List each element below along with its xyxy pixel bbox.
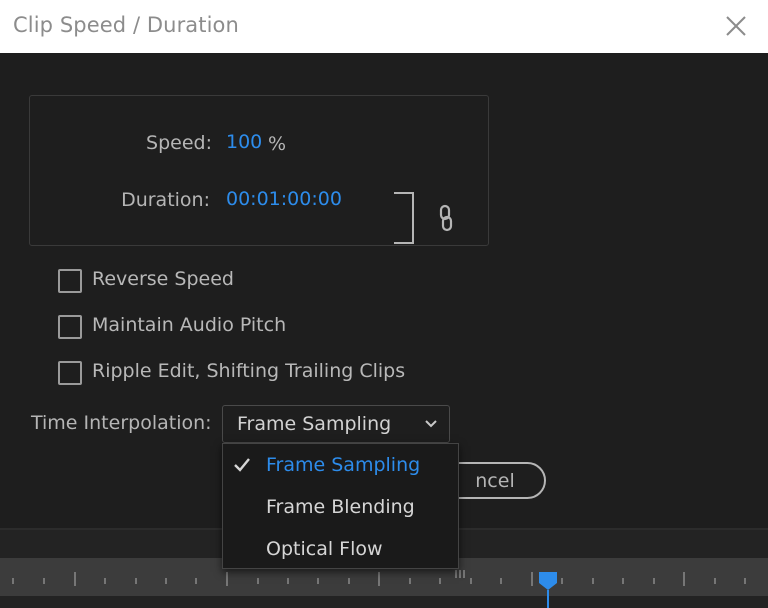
checkbox-box[interactable]	[58, 315, 82, 339]
checkbox-label: Reverse Speed	[92, 268, 234, 290]
time-interpolation-label: Time Interpolation:	[31, 412, 212, 434]
speed-label: Speed:	[146, 132, 212, 154]
interpolation-dropdown-menu: Frame Sampling Frame Blending Optical Fl…	[222, 443, 459, 569]
menu-item-label: Frame Blending	[266, 496, 415, 518]
checkbox-label: Ripple Edit, Shifting Trailing Clips	[92, 360, 406, 382]
checkbox-label: Maintain Audio Pitch	[92, 314, 287, 336]
close-button[interactable]	[720, 10, 752, 42]
checkbox-box[interactable]	[58, 361, 82, 385]
speed-value[interactable]: 100	[226, 131, 262, 153]
dialog-title: Clip Speed / Duration	[13, 13, 239, 37]
speed-unit: %	[268, 133, 287, 155]
menu-item-frame-sampling[interactable]: Frame Sampling	[223, 445, 458, 485]
menu-item-label: Frame Sampling	[266, 454, 421, 476]
checkbox-box[interactable]	[58, 269, 82, 293]
playhead-handle[interactable]	[537, 570, 559, 608]
speed-duration-group	[29, 95, 489, 246]
time-interpolation-select[interactable]: Frame Sampling	[222, 405, 450, 443]
menu-item-frame-blending[interactable]: Frame Blending	[223, 487, 458, 527]
close-icon	[726, 16, 746, 36]
chevron-down-icon	[425, 420, 437, 428]
checkmark-icon	[234, 458, 250, 472]
title-bar: Clip Speed / Duration	[0, 0, 768, 53]
link-icon[interactable]	[436, 203, 456, 233]
duration-value[interactable]: 00:01:00:00	[226, 188, 342, 210]
menu-item-label: Optical Flow	[266, 538, 383, 560]
select-value: Frame Sampling	[237, 413, 392, 435]
menu-item-optical-flow[interactable]: Optical Flow	[223, 529, 458, 569]
link-bracket	[394, 192, 414, 244]
duration-label: Duration:	[121, 189, 210, 211]
